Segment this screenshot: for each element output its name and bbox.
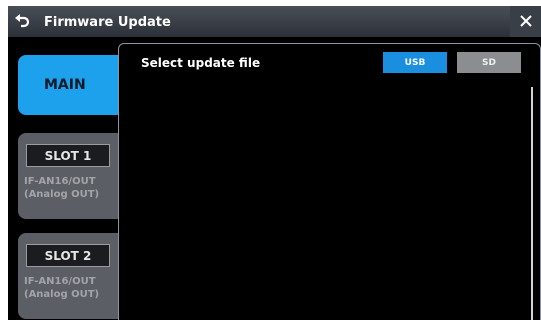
firmware-update-screen: Firmware Update MAIN SLOT 1 IF-AN16/OUT … bbox=[8, 6, 541, 320]
close-icon bbox=[519, 12, 532, 31]
sd-source-button[interactable]: SD bbox=[457, 52, 521, 73]
slot-1-description: IF-AN16/OUT (Analog OUT) bbox=[24, 175, 124, 201]
slot-1-button[interactable]: SLOT 1 IF-AN16/OUT (Analog OUT) bbox=[18, 133, 133, 219]
module-sidebar: MAIN SLOT 1 IF-AN16/OUT (Analog OUT) SLO… bbox=[8, 37, 133, 320]
usb-source-button[interactable]: USB bbox=[383, 52, 447, 73]
panel-title: Select update file bbox=[141, 56, 261, 70]
close-button[interactable] bbox=[510, 6, 541, 37]
slot-1-label: SLOT 1 bbox=[26, 144, 110, 167]
update-file-panel: Select update file USB SD bbox=[118, 43, 541, 320]
title-bar: Firmware Update bbox=[8, 6, 541, 37]
slot-1-desc-line1: IF-AN16/OUT bbox=[24, 176, 96, 187]
page-title: Firmware Update bbox=[44, 15, 171, 30]
back-arrow-icon bbox=[14, 12, 30, 32]
slot-2-desc-line1: IF-AN16/OUT bbox=[24, 276, 96, 287]
slot-2-description: IF-AN16/OUT (Analog OUT) bbox=[24, 275, 124, 301]
slot-2-label: SLOT 2 bbox=[26, 244, 110, 267]
main-module-button[interactable]: MAIN bbox=[18, 55, 133, 115]
slot-1-desc-line2: (Analog OUT) bbox=[24, 189, 100, 200]
slot-2-button[interactable]: SLOT 2 IF-AN16/OUT (Analog OUT) bbox=[18, 233, 133, 319]
file-list-scrollbar[interactable] bbox=[531, 87, 533, 320]
back-button[interactable] bbox=[8, 6, 36, 37]
file-list[interactable] bbox=[139, 88, 519, 318]
slot-2-desc-line2: (Analog OUT) bbox=[24, 289, 100, 300]
